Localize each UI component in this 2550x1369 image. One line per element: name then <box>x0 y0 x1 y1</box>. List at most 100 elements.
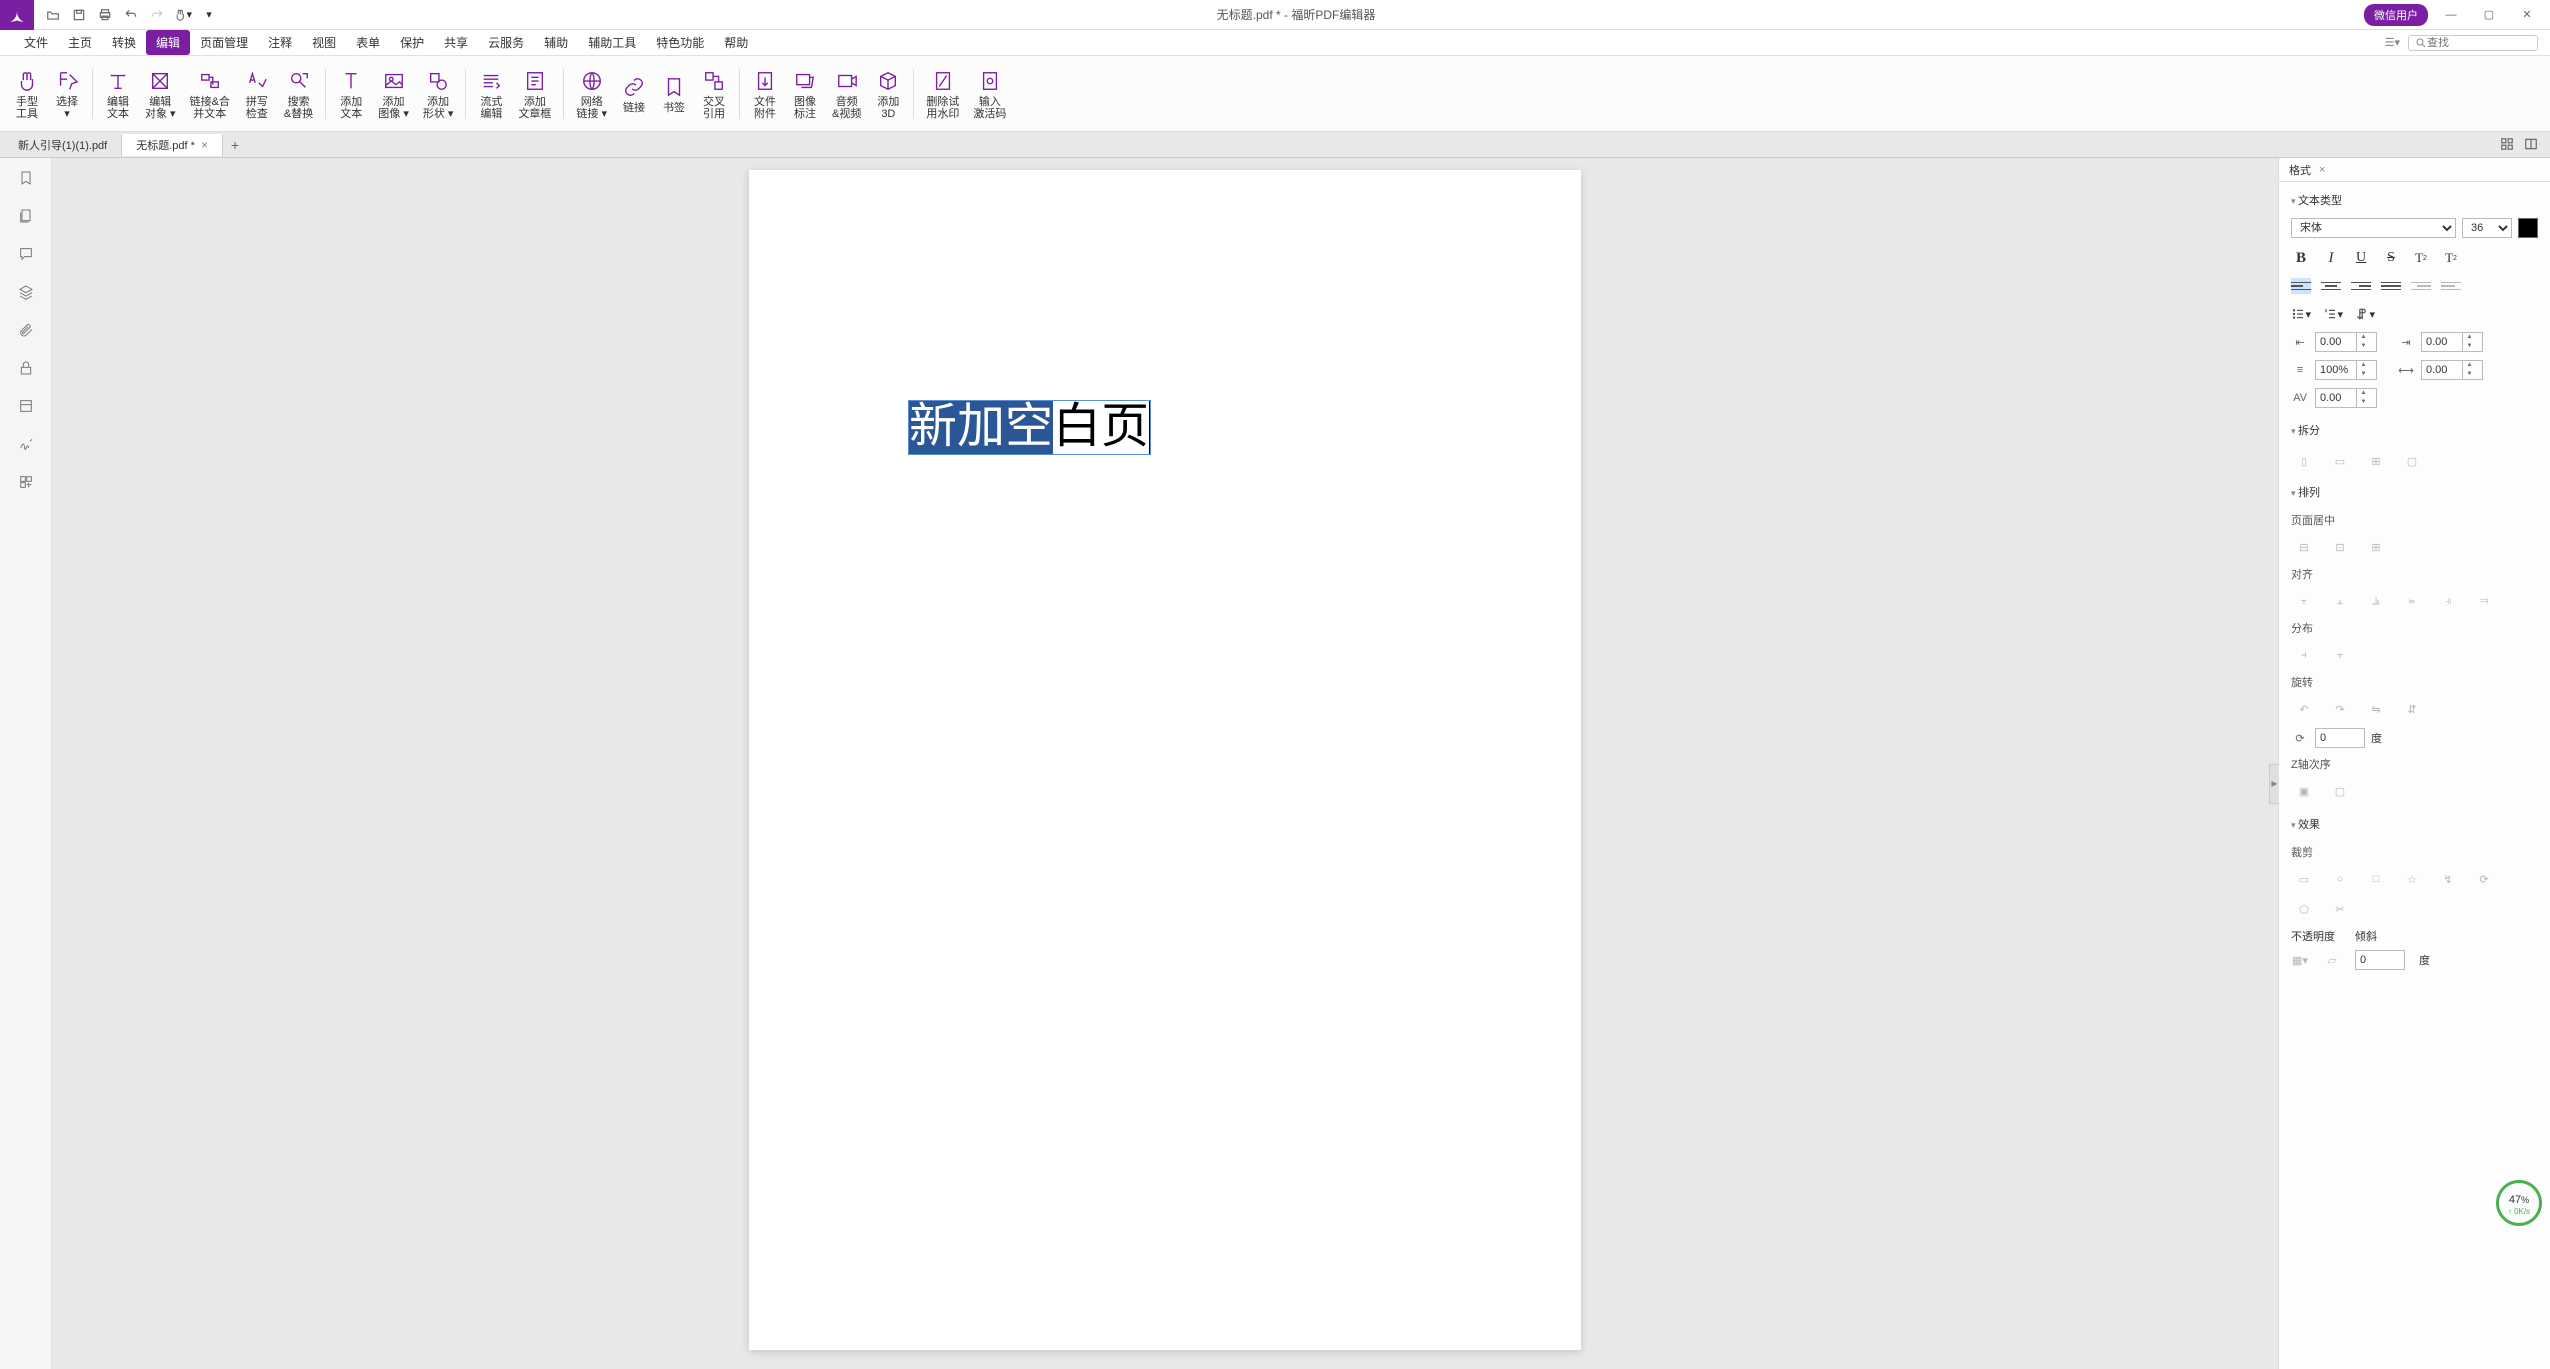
align-t-icon[interactable]: ⫢ <box>2403 592 2421 610</box>
minimize-button[interactable]: — <box>2436 5 2466 25</box>
menu-comment[interactable]: 注释 <box>258 30 302 55</box>
save-icon[interactable] <box>70 6 88 24</box>
skew-input[interactable] <box>2355 950 2405 970</box>
bold-button[interactable]: B <box>2291 248 2311 268</box>
font-family-select[interactable]: 宋体 <box>2291 218 2456 238</box>
para-spacing-input[interactable]: ▲▼ <box>2315 388 2377 408</box>
sec-effect[interactable]: 效果 <box>2291 812 2538 836</box>
crop-square-icon[interactable]: □ <box>2367 870 2385 888</box>
search-input[interactable] <box>2427 37 2527 49</box>
align-c-icon[interactable]: ⫠ <box>2331 592 2349 610</box>
align-left-button[interactable] <box>2291 278 2311 294</box>
number-list-button[interactable]: ▾ <box>2323 304 2343 324</box>
close-button[interactable]: ✕ <box>2512 5 2542 25</box>
close-tab-icon[interactable]: × <box>201 138 208 152</box>
undo-icon[interactable] <box>122 6 140 24</box>
line-spacing-input[interactable]: ▲▼ <box>2315 360 2377 380</box>
bullet-list-button[interactable]: ▾ <box>2291 304 2311 324</box>
collapse-right-handle[interactable]: ▶ <box>2269 764 2279 804</box>
add-tab-button[interactable]: + <box>223 134 247 156</box>
doc-tab-1[interactable]: 无标题.pdf *× <box>122 134 223 156</box>
italic-button[interactable]: I <box>2321 248 2341 268</box>
maximize-button[interactable]: ▢ <box>2474 5 2504 25</box>
rb-remove-watermark[interactable]: 删除试用水印 <box>920 60 965 128</box>
rb-link-merge[interactable]: 链接&合并文本 <box>184 60 236 128</box>
rb-audio-video[interactable]: 音频&视频 <box>826 60 867 128</box>
crop-free-icon[interactable]: ⟳ <box>2475 870 2493 888</box>
hand-icon[interactable]: ▾ <box>174 6 192 24</box>
format-tab[interactable]: 格式 <box>2289 162 2311 178</box>
distrib-v-icon[interactable]: ⫟ <box>2331 646 2349 664</box>
superscript-button[interactable]: T2 <box>2411 248 2431 268</box>
attachment-panel-icon[interactable] <box>16 320 36 340</box>
menu-file[interactable]: 文件 <box>14 30 58 55</box>
menu-form[interactable]: 表单 <box>346 30 390 55</box>
rb-activate[interactable]: 输入激活码 <box>967 60 1012 128</box>
crop-custom-icon[interactable]: ✂ <box>2331 900 2349 918</box>
rb-add-3d[interactable]: 添加3D <box>869 60 907 128</box>
performance-badge[interactable]: 47% ↑ 0K/s <box>2496 1180 2542 1226</box>
menu-options-icon[interactable]: ☰▾ <box>2385 36 2400 49</box>
align-b-icon[interactable]: ⫤ <box>2475 592 2493 610</box>
center-v-icon[interactable]: ⊡ <box>2331 538 2349 556</box>
security-panel-icon[interactable] <box>16 358 36 378</box>
rb-bookmark[interactable]: 书签 <box>655 60 693 128</box>
canvas-area[interactable]: 新加空 白页 <box>52 158 2278 1369</box>
text-edit-box[interactable]: 新加空 白页 <box>908 400 1151 455</box>
indent-left-input[interactable]: ▲▼ <box>2315 332 2377 352</box>
subscript-button[interactable]: T2 <box>2441 248 2461 268</box>
menu-feature[interactable]: 特色功能 <box>646 30 714 55</box>
char-spacing-input[interactable]: ▲▼ <box>2421 360 2483 380</box>
rb-image-annot[interactable]: 图像标注 <box>786 60 824 128</box>
flip-h-icon[interactable]: ⇋ <box>2367 700 2385 718</box>
grid-view-icon[interactable] <box>2500 137 2516 153</box>
rotate-input[interactable] <box>2315 728 2365 748</box>
menu-view[interactable]: 视图 <box>302 30 346 55</box>
rb-hand[interactable]: 手型工具 <box>8 60 46 128</box>
crop-star-icon[interactable]: ☆ <box>2403 870 2421 888</box>
rb-edit-object[interactable]: 编辑对象 ▾ <box>139 60 182 128</box>
rb-crossref[interactable]: 交叉引用 <box>695 60 733 128</box>
split-both-icon[interactable]: ⊞ <box>2367 452 2385 470</box>
split-v-icon[interactable]: ▭ <box>2331 452 2349 470</box>
layers-panel-icon[interactable] <box>16 282 36 302</box>
menu-cloud[interactable]: 云服务 <box>478 30 534 55</box>
menu-page[interactable]: 页面管理 <box>190 30 258 55</box>
center-h-icon[interactable]: ⊟ <box>2295 538 2313 556</box>
rb-add-article[interactable]: 添加文章框 <box>512 60 557 128</box>
search-box[interactable] <box>2408 35 2538 51</box>
sec-split[interactable]: 拆分 <box>2291 418 2538 442</box>
menu-help[interactable]: 帮助 <box>714 30 758 55</box>
center-both-icon[interactable]: ⊞ <box>2367 538 2385 556</box>
font-size-select[interactable]: 36 <box>2462 218 2512 238</box>
bookmark-panel-icon[interactable] <box>16 168 36 188</box>
rb-edit-text[interactable]: 编辑文本 <box>99 60 137 128</box>
rb-web-link[interactable]: 网络链接 ▾ <box>570 60 613 128</box>
more-panel-icon[interactable] <box>16 472 36 492</box>
rotate-ccw-icon[interactable]: ↶ <box>2295 700 2313 718</box>
doc-tab-0[interactable]: 新人引导(1)(1).pdf <box>4 134 122 156</box>
crop-arrow-icon[interactable]: ↯ <box>2439 870 2457 888</box>
font-color-swatch[interactable] <box>2518 218 2538 238</box>
indent-right-input[interactable]: ▲▼ <box>2421 332 2483 352</box>
menu-tools[interactable]: 辅助工具 <box>578 30 646 55</box>
redo-icon[interactable] <box>148 6 166 24</box>
align-r-icon[interactable]: ⫡ <box>2367 592 2385 610</box>
rb-add-image[interactable]: 添加图像 ▾ <box>372 60 415 128</box>
writing-direction-button[interactable]: ▾ <box>2355 304 2375 324</box>
print-icon[interactable] <box>96 6 114 24</box>
align-l-icon[interactable]: ⫟ <box>2295 592 2313 610</box>
pages-panel-icon[interactable] <box>16 206 36 226</box>
align-justify-button[interactable] <box>2381 278 2401 294</box>
opacity-icon[interactable]: ▦▾ <box>2291 951 2309 969</box>
bring-front-icon[interactable]: ▣ <box>2295 782 2313 800</box>
rotate-cw-icon[interactable]: ↷ <box>2331 700 2349 718</box>
crop-circle-icon[interactable]: ○ <box>2331 870 2349 888</box>
crop-poly-icon[interactable]: ⬠ <box>2295 900 2313 918</box>
align-right-button[interactable] <box>2351 278 2371 294</box>
user-badge[interactable]: 微信用户 <box>2364 4 2428 26</box>
close-panel-icon[interactable]: × <box>2319 164 2325 176</box>
rb-flow-edit[interactable]: 流式编辑 <box>472 60 510 128</box>
menu-convert[interactable]: 转换 <box>102 30 146 55</box>
send-back-icon[interactable]: ▢ <box>2331 782 2349 800</box>
